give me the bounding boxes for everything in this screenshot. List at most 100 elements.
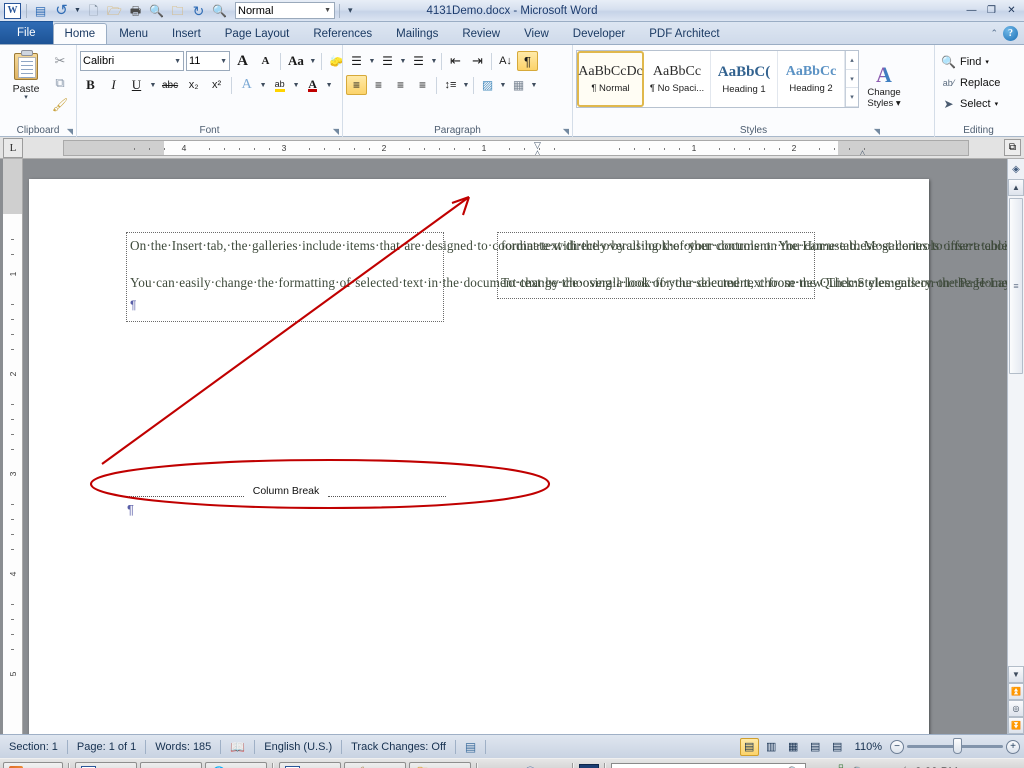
status-page[interactable]: Page: 1 of 1 [68, 735, 145, 759]
sort-icon[interactable]: A↓ [495, 51, 516, 71]
draft-view-button[interactable]: ▤ [828, 738, 847, 756]
tab-home[interactable]: Home [52, 23, 108, 44]
copy-icon[interactable]: ⧉ [49, 73, 71, 93]
style-quick-dropdown[interactable]: Normal ▼ [235, 2, 335, 19]
view-ruler-icon[interactable]: ⧉ [1004, 139, 1021, 156]
chevron-down-icon[interactable]: ▾ [995, 100, 999, 108]
preview-icon[interactable]: 🔍 [210, 2, 229, 20]
hanging-indent-marker[interactable]: △ [534, 148, 541, 155]
replace-button[interactable]: ab⁄ Replace [938, 73, 1003, 92]
line-spacing-icon[interactable]: ↕≡ [440, 75, 461, 95]
style-no-spacing[interactable]: AaBbCc ¶ No Spaci... [644, 51, 711, 107]
font-name-combo[interactable]: Calibri ▼ [80, 51, 184, 71]
chevron-down-icon[interactable]: ▼ [309, 58, 317, 65]
zoom-level-label[interactable]: 110% [850, 741, 887, 753]
shading-icon[interactable]: ▨ [477, 75, 498, 95]
align-left-icon[interactable]: ≡ [346, 75, 367, 95]
chevron-down-icon[interactable]: ▼ [499, 82, 507, 89]
scroll-up-button[interactable]: ▲ [1008, 179, 1024, 196]
text-column-right[interactable]: format·text·directly·by·using·the·other·… [497, 232, 1024, 300]
status-language[interactable]: English (U.S.) [255, 735, 341, 759]
help-icon[interactable]: ? [1003, 26, 1018, 41]
open-icon[interactable]: 🗁 [105, 2, 124, 20]
style-normal[interactable]: AaBbCcDc ¶ Normal [577, 51, 644, 107]
styles-scroll-down-icon[interactable]: ▾ [846, 70, 858, 89]
find-button[interactable]: 🔍 Find ▾ [938, 52, 1003, 71]
taskbar-item-internet[interactable]: 🌐 In... [205, 761, 268, 768]
borders-icon[interactable]: ▦ [508, 75, 529, 95]
increase-indent-icon[interactable]: ⇥ [467, 51, 488, 71]
scroll-thumb[interactable]: ≡ [1009, 198, 1023, 374]
underline-icon[interactable]: U [126, 75, 147, 95]
text-effects-icon[interactable]: A [236, 75, 257, 95]
status-track-changes[interactable]: Track Changes: Off [342, 735, 455, 759]
multilevel-list-icon[interactable]: ☰ [408, 51, 429, 71]
word-shortcut-icon[interactable]: Ⓦ [524, 764, 536, 768]
show-formatting-marks-icon[interactable]: ¶ [517, 51, 538, 71]
horizontal-ruler[interactable]: 4 3 2 1 1 2 ▽ △ △ [63, 140, 969, 156]
taskbar-item-calculator[interactable]: ▦ ma... [140, 761, 203, 768]
undo-dropdown-icon[interactable]: ▼ [73, 2, 82, 20]
right-indent-marker[interactable]: △ [859, 148, 866, 155]
proofing-errors-icon[interactable]: 📖 [221, 735, 254, 759]
tray-network-icon[interactable]: 🖧 [834, 762, 847, 768]
bold-icon[interactable]: B [80, 75, 101, 95]
tab-menu[interactable]: Menu [107, 23, 160, 44]
chevron-down-icon[interactable]: ▼ [149, 82, 157, 89]
macro-record-icon[interactable]: ▤ [456, 735, 485, 759]
highlight-icon[interactable]: ab [269, 75, 290, 95]
browse-object-button[interactable]: ◎ [1008, 700, 1024, 717]
document-page[interactable]: On·the·Insert·tab,·the·galleries·include… [29, 179, 1024, 734]
taskbar-item-paint[interactable]: 🖌 41... [344, 761, 407, 768]
minimize-ribbon-icon[interactable]: ⌃ [990, 28, 998, 39]
zoom-slider-thumb[interactable] [953, 738, 962, 754]
clipboard-dialog-launcher[interactable]: ◥ [67, 127, 73, 136]
select-browse-object-icon[interactable]: ◈ [1008, 159, 1024, 179]
numbering-icon[interactable]: ☰ [377, 51, 398, 71]
shrink-font-icon[interactable]: A [255, 51, 276, 71]
tab-insert[interactable]: Insert [160, 23, 213, 44]
minimize-button[interactable]: — [963, 3, 980, 18]
status-section[interactable]: Section: 1 [0, 735, 67, 759]
styles-scroll-up-icon[interactable]: ▴ [846, 51, 858, 70]
zoom-out-button[interactable]: − [890, 739, 904, 754]
taskbar-group-word[interactable]: W 2 M ▾ [279, 761, 342, 768]
zoom-in-button[interactable]: + [1006, 739, 1020, 754]
chevron-down-icon[interactable]: ▼ [368, 58, 376, 65]
decrease-indent-icon[interactable]: ⇤ [445, 51, 466, 71]
zoom-slider[interactable] [907, 738, 1003, 754]
bullets-icon[interactable]: ☰ [346, 51, 367, 71]
tab-mailings[interactable]: Mailings [384, 23, 450, 44]
paragraph-dialog-launcher[interactable]: ◥ [563, 127, 569, 136]
styles-dialog-launcher[interactable]: ◥ [874, 127, 880, 136]
subscript-icon[interactable]: x₂ [183, 75, 204, 95]
style-heading-1[interactable]: AaBbC( Heading 1 [711, 51, 778, 107]
chevron-down-icon[interactable]: ▾ [985, 58, 989, 66]
change-case-icon[interactable]: Aa [285, 51, 307, 71]
grow-font-icon[interactable]: A [232, 51, 253, 71]
text-column-left[interactable]: On·the·Insert·tab,·the·galleries·include… [126, 232, 1024, 322]
font-color-icon[interactable]: A [302, 75, 323, 95]
scroll-down-button[interactable]: ▼ [1008, 666, 1024, 683]
refresh-icon[interactable]: ↻ [189, 2, 208, 20]
print-layout-view-button[interactable]: ▤ [739, 737, 759, 756]
font-size-combo[interactable]: 11 ▼ [186, 51, 230, 71]
search-desktop-input[interactable]: Search Desktop 🔍 [610, 762, 806, 768]
close-button[interactable]: ✕ [1003, 3, 1020, 18]
superscript-icon[interactable]: x² [206, 75, 227, 95]
tab-page-layout[interactable]: Page Layout [213, 23, 302, 44]
open-recent-icon[interactable]: 🗀 [168, 2, 187, 20]
format-painter-icon[interactable]: 🖌 [49, 95, 71, 115]
align-right-icon[interactable]: ≡ [390, 75, 411, 95]
chevron-down-icon[interactable]: ▼ [530, 82, 538, 89]
tab-file[interactable]: File [0, 21, 53, 44]
chevron-down-icon[interactable]: ▾ [24, 94, 28, 101]
strikethrough-icon[interactable]: abc [159, 75, 181, 95]
paste-button[interactable]: Paste ▾ [3, 48, 49, 124]
print-preview-icon[interactable]: 🔍 [147, 2, 166, 20]
chevron-down-icon[interactable]: ▼ [462, 82, 470, 89]
change-styles-button[interactable]: A Change Styles ▾ [859, 48, 909, 124]
word-app-icon[interactable]: W [3, 2, 22, 20]
customize-qat-icon[interactable]: ▾ [344, 5, 357, 16]
tab-view[interactable]: View [512, 23, 561, 44]
